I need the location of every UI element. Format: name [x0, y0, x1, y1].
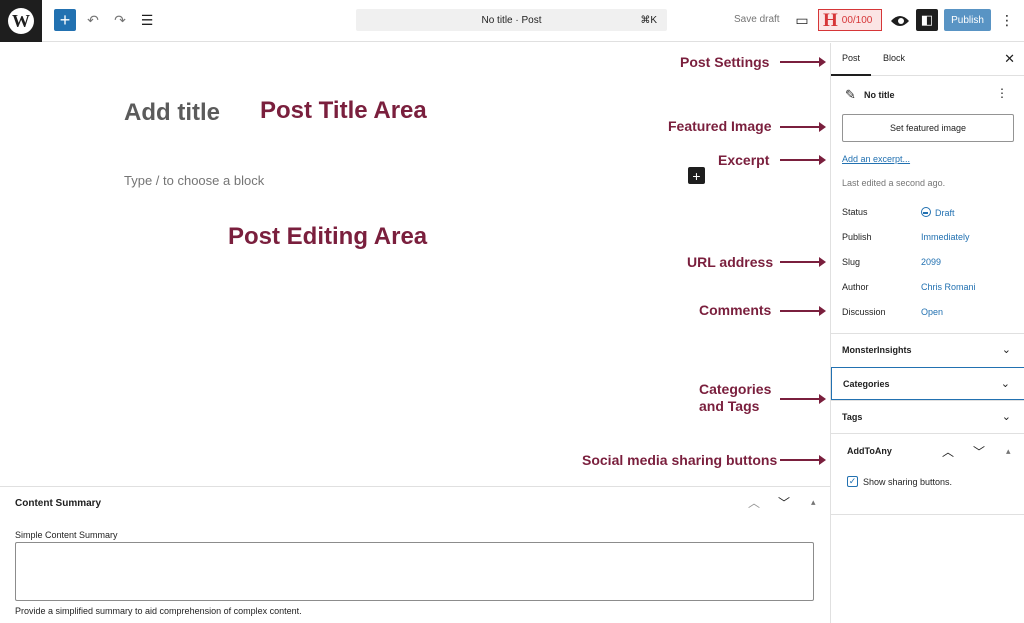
panel-title: Tags: [842, 412, 863, 422]
arrow-icon: [780, 455, 826, 465]
headline-analyzer-icon: H: [823, 9, 838, 31]
annotation-categories: Categories: [699, 381, 772, 397]
panel-title: Categories: [843, 379, 890, 389]
collapse-toggle-icon[interactable]: ▴: [1006, 446, 1011, 457]
post-title-input[interactable]: Add title: [124, 99, 220, 127]
settings-sidebar-toggle[interactable]: ◧: [916, 9, 938, 31]
document-title: No title · Post: [481, 14, 542, 26]
annotation-url-address: URL address: [687, 254, 774, 270]
preview-icon[interactable]: ▭: [794, 11, 810, 29]
wordpress-logo-icon: W: [8, 8, 34, 34]
annotation-post-editing-area: Post Editing Area: [228, 223, 428, 250]
show-sharing-checkbox[interactable]: ✓: [847, 476, 858, 487]
save-draft-button[interactable]: Save draft: [734, 14, 780, 25]
last-edited-text: Last edited a second ago.: [842, 178, 946, 188]
post-editor-canvas: Add title Post Title Area Type / to choo…: [0, 43, 830, 486]
move-up-icon[interactable]: ︿: [748, 494, 760, 511]
status-value[interactable]: Draft: [921, 207, 955, 218]
arrow-icon: [780, 155, 826, 165]
panel-monsterinsights[interactable]: MonsterInsights ⌄: [831, 333, 1024, 366]
editor-toolbar: W + ↶ ↷ ☰ No title · Post ⌘K Save draft …: [0, 0, 1024, 42]
annotation-post-settings: Post Settings: [680, 54, 770, 70]
tab-block[interactable]: Block: [883, 53, 905, 63]
annotation-featured-image: Featured Image: [668, 118, 772, 134]
plugin-eye-icon[interactable]: [890, 11, 910, 31]
discussion-label: Discussion: [842, 307, 886, 317]
tab-post[interactable]: Post: [842, 53, 860, 63]
chevron-down-icon: ⌄: [1001, 344, 1011, 356]
show-sharing-label: Show sharing buttons.: [863, 477, 953, 487]
feather-icon: ✎: [845, 87, 856, 102]
publish-label: Publish: [842, 232, 872, 242]
author-value[interactable]: Chris Romani: [921, 282, 976, 292]
inline-add-block-button[interactable]: +: [688, 167, 705, 184]
summary-help-text: Provide a simplified summary to aid comp…: [15, 606, 302, 616]
discussion-value[interactable]: Open: [921, 307, 943, 317]
collapse-toggle-icon[interactable]: ▴: [811, 497, 816, 508]
arrow-icon: [780, 394, 826, 404]
addtoany-title: AddToAny: [847, 446, 892, 456]
annotation-social-sharing: Social media sharing buttons: [582, 452, 778, 468]
post-actions-icon[interactable]: ⋮: [996, 86, 1008, 100]
panel-tags[interactable]: Tags ⌄: [831, 400, 1024, 433]
chevron-down-icon: ⌄: [1000, 378, 1010, 390]
list-view-icon[interactable]: ☰: [139, 10, 155, 30]
author-label: Author: [842, 282, 869, 292]
set-featured-image-button[interactable]: Set featured image: [842, 114, 1014, 142]
panel-addtoany: AddToAny ︿ ﹀ ▴ ✓ Show sharing buttons.: [831, 433, 1024, 515]
sidebar-tabs: Post Block ✕: [831, 43, 1024, 76]
wordpress-logo-button[interactable]: W: [0, 0, 42, 42]
annotation-tags: and Tags: [699, 398, 760, 414]
annotation-comments: Comments: [699, 302, 772, 318]
active-tab-indicator: [831, 74, 871, 76]
summary-textarea[interactable]: [15, 542, 814, 601]
close-icon[interactable]: ✕: [1004, 51, 1015, 67]
publish-button[interactable]: Publish: [944, 9, 991, 31]
arrow-icon: [780, 257, 826, 267]
options-icon[interactable]: ⋮: [1000, 10, 1014, 30]
post-title-summary: No title: [864, 90, 895, 100]
summary-field-label: Simple Content Summary: [15, 530, 118, 540]
move-down-icon[interactable]: ﹀: [973, 443, 985, 460]
move-up-icon[interactable]: ︿: [942, 443, 954, 460]
annotation-post-title-area: Post Title Area: [260, 97, 427, 124]
command-shortcut: ⌘K: [640, 14, 657, 26]
slug-label: Slug: [842, 257, 861, 267]
move-down-icon[interactable]: ﹀: [778, 494, 790, 511]
undo-icon[interactable]: ↶: [85, 10, 101, 30]
headline-score: 00/100: [841, 14, 873, 26]
status-label: Status: [842, 207, 868, 217]
draft-status-icon: [921, 207, 931, 217]
arrow-icon: [780, 57, 826, 67]
headline-analyzer-button[interactable]: H 00/100: [818, 9, 882, 31]
slug-value[interactable]: 2099: [921, 257, 941, 267]
add-block-button[interactable]: +: [54, 9, 76, 31]
redo-icon[interactable]: ↷: [112, 10, 128, 30]
settings-sidebar: Post Block ✕ ✎ No title ⋮ Set featured i…: [830, 43, 1024, 623]
command-palette-button[interactable]: No title · Post ⌘K: [356, 9, 667, 31]
panel-title: MonsterInsights: [842, 345, 912, 355]
annotation-excerpt: Excerpt: [718, 152, 770, 168]
chevron-down-icon: ⌄: [1001, 411, 1011, 423]
add-excerpt-link[interactable]: Add an excerpt...: [842, 154, 910, 164]
panel-categories[interactable]: Categories ⌄: [831, 367, 1024, 400]
content-summary-panel: Content Summary ︿ ﹀ ▴ Simple Content Sum…: [0, 486, 830, 623]
publish-date-value[interactable]: Immediately: [921, 232, 970, 242]
arrow-icon: [780, 122, 826, 132]
content-summary-title: Content Summary: [15, 498, 102, 509]
block-appender[interactable]: Type / to choose a block: [124, 173, 264, 188]
arrow-icon: [780, 306, 826, 316]
